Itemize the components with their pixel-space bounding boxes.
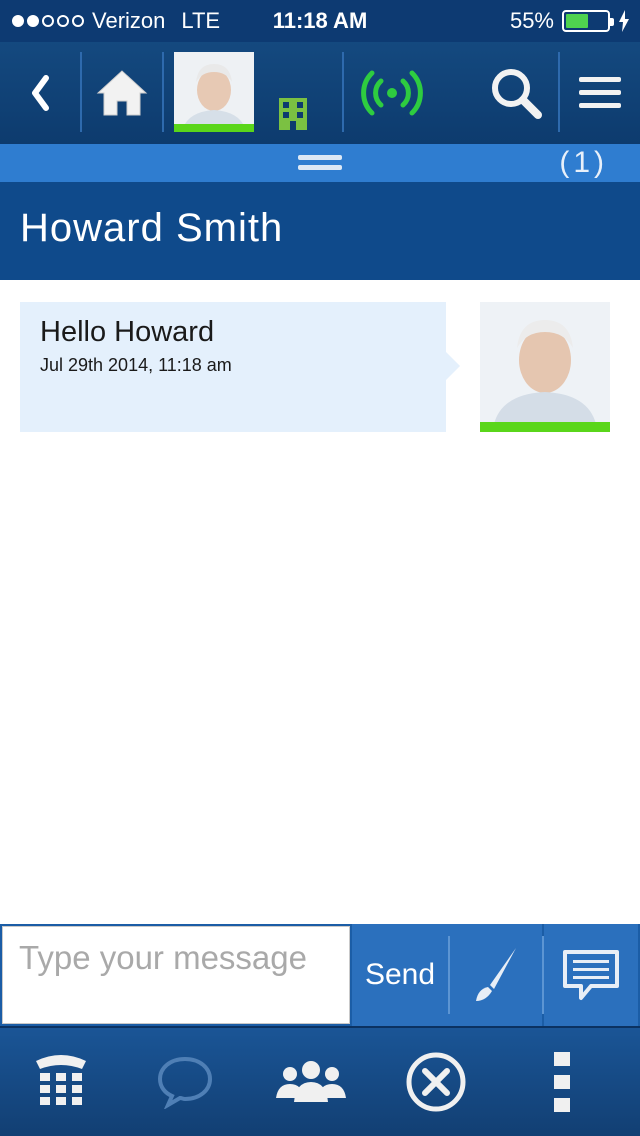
broadcast-icon [361, 70, 423, 116]
status-bar: Verizon LTE 11:18 AM 55% [0, 0, 640, 42]
battery-percent: 55% [509, 8, 554, 33]
menu-icon [579, 77, 621, 108]
conversation-count[interactable]: (1) [559, 146, 608, 180]
search-icon [492, 69, 542, 119]
location-button[interactable] [276, 96, 310, 132]
back-chevron-icon [32, 75, 49, 111]
contact-avatar [174, 52, 254, 132]
search-button[interactable] [474, 42, 558, 144]
message-sender-avatar[interactable] [480, 302, 610, 432]
message-timestamp: Jul 29th 2014, 11:18 am [40, 355, 232, 375]
top-toolbar [0, 42, 640, 144]
end-button[interactable] [381, 1028, 491, 1136]
bottom-navigation [0, 1026, 640, 1136]
close-circle-icon [406, 1052, 466, 1112]
home-icon [96, 70, 148, 116]
charging-bolt-icon [619, 10, 629, 32]
presence-indicator [480, 422, 610, 432]
app-root: Verizon LTE 11:18 AM 55% (1) Howard Smit… [0, 0, 640, 1136]
contact-name: Howard Smith [20, 206, 284, 250]
menu-button[interactable] [560, 42, 640, 144]
message-list-icon [563, 950, 619, 1000]
composer-divider [542, 936, 544, 1014]
chat-button[interactable] [130, 1028, 240, 1136]
contacts-icon [276, 1061, 346, 1102]
more-button[interactable] [507, 1028, 617, 1136]
presence-indicator [174, 124, 254, 132]
draw-button[interactable] [448, 924, 542, 1026]
status-right: 55% [510, 8, 630, 34]
contacts-button[interactable] [256, 1028, 366, 1136]
drawer-handle-icon[interactable] [298, 150, 342, 176]
message-bubble: Hello Howard Jul 29th 2014, 11:18 am [20, 302, 460, 432]
battery-fill [566, 14, 588, 28]
phone-button[interactable] [6, 1028, 116, 1136]
composer-divider [448, 936, 450, 1014]
composer: Send [0, 924, 640, 1026]
message-input[interactable] [2, 926, 350, 1024]
battery-icon [562, 10, 614, 32]
toolbar-divider [162, 52, 164, 132]
sender-avatar [480, 302, 610, 432]
conversation-header: Howard Smith [0, 182, 640, 280]
message-text: Hello Howard [40, 316, 215, 348]
messages-button[interactable] [544, 924, 638, 1026]
back-button[interactable] [0, 42, 80, 144]
paintbrush-icon [476, 948, 516, 1001]
building-icon [279, 98, 307, 130]
send-button[interactable]: Send [352, 924, 448, 1026]
contact-avatar-button[interactable] [174, 52, 254, 132]
drawer-bar[interactable]: (1) [0, 144, 640, 182]
more-vertical-icon [554, 1052, 570, 1112]
home-button[interactable] [82, 42, 162, 144]
broadcast-button[interactable] [344, 42, 440, 144]
dialpad-icon [36, 1055, 86, 1105]
chat-bubble-icon [157, 1056, 213, 1109]
